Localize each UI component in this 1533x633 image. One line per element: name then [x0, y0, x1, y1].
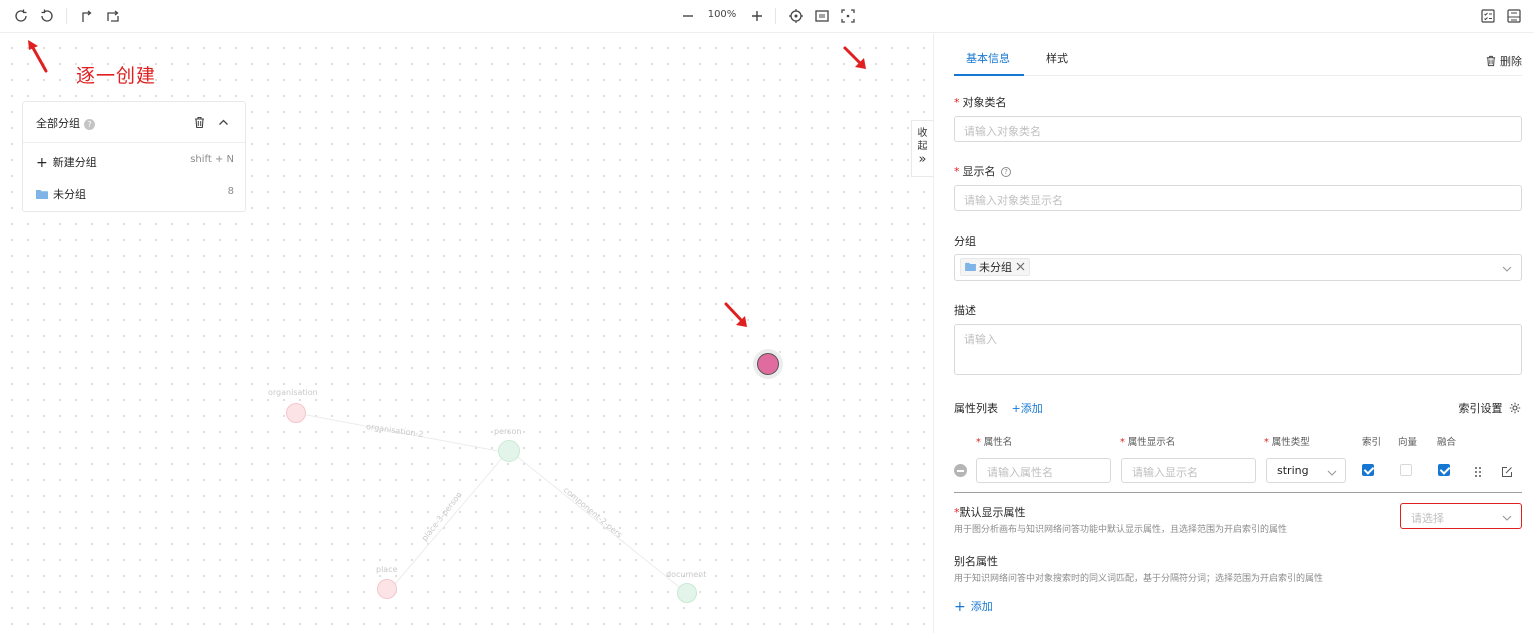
faded-graph	[295, 412, 684, 591]
add-attribute-button[interactable]: +添加	[1012, 402, 1043, 415]
display-name-label-text: 显示名	[962, 165, 996, 178]
chevron-down-icon	[1502, 512, 1512, 525]
panel-icon[interactable]	[1505, 7, 1523, 25]
close-icon[interactable]	[1016, 261, 1025, 274]
graph-canvas[interactable]: 逐一创建 全部分组? + 新建分组 shift + N 未分组 8 organi…	[0, 34, 932, 633]
active-tab-indicator	[954, 74, 1024, 76]
column-header-text: 属性显示名	[1127, 437, 1176, 448]
attribute-display-input[interactable]: 请输入显示名	[1121, 458, 1256, 483]
fit-icon[interactable]	[813, 7, 831, 25]
object-class-name-label: * 对象类名	[954, 96, 1007, 109]
remove-row-icon[interactable]	[954, 464, 967, 477]
graph-node-person[interactable]	[498, 440, 520, 462]
delete-button[interactable]: 删除	[1485, 53, 1522, 70]
attributes-title: 属性列表 +添加	[954, 400, 1043, 416]
gear-icon	[1509, 402, 1521, 417]
help-icon[interactable]: ?	[1001, 167, 1011, 177]
column-header-text: 属性类型	[1271, 437, 1310, 448]
top-toolbar: 100%	[0, 0, 1533, 33]
add-alias-label: 添加	[970, 600, 993, 613]
default-display-label-text: 默认显示属性	[959, 506, 1026, 519]
collapse-label-1: 收	[917, 128, 928, 139]
panel-tabs: 基本信息 样式 删除	[954, 34, 1522, 76]
group-tag-label: 未分组	[979, 261, 1012, 274]
tab-basic-info[interactable]: 基本信息	[966, 50, 1010, 66]
zoom-in-icon[interactable]	[748, 7, 766, 25]
chevron-down-icon	[1327, 467, 1337, 480]
edge-switch-icon[interactable]	[104, 7, 122, 25]
chevron-down-icon	[1502, 263, 1512, 276]
group-select[interactable]: 未分组	[954, 254, 1522, 281]
column-header-text: 属性名	[983, 437, 1013, 448]
tab-style[interactable]: 样式	[1046, 50, 1068, 66]
index-settings-label: 索引设置	[1458, 402, 1503, 415]
display-name-label: * 显示名 ?	[954, 163, 1011, 179]
attribute-type-select[interactable]: string	[1266, 458, 1346, 483]
drag-handle-icon[interactable]	[1474, 463, 1482, 482]
add-alias-button[interactable]: + 添加	[954, 598, 993, 615]
group-label: 分组	[954, 235, 976, 248]
edit-icon[interactable]	[1501, 463, 1513, 482]
default-display-label: *默认显示属性	[954, 506, 1026, 519]
new-node[interactable]	[757, 353, 779, 375]
vector-checkbox[interactable]	[1400, 464, 1412, 476]
properties-panel: 基本信息 样式 删除 * 对象类名 请输入对象类名 * 显示名 ? 请输入对象类显示…	[933, 34, 1533, 633]
graph-node-document[interactable]	[677, 583, 697, 603]
checklist-icon[interactable]	[1479, 7, 1497, 25]
default-display-note: 用于图分析画布与知识网络问答功能中默认显示属性，且选择范围为开启索引的属性	[954, 525, 1288, 535]
delete-label: 删除	[1500, 55, 1522, 68]
node-label: person	[494, 427, 522, 436]
attribute-type-value: string	[1277, 464, 1309, 477]
graph-node-organisation[interactable]	[286, 403, 306, 423]
trash-icon	[1485, 55, 1497, 70]
object-class-name-input[interactable]: 请输入对象类名	[954, 116, 1522, 142]
attribute-name-input[interactable]: 请输入属性名	[976, 458, 1111, 483]
description-textarea[interactable]: 请输入	[954, 324, 1522, 375]
column-header: 融合	[1437, 437, 1457, 448]
attributes-title-text: 属性列表	[954, 402, 998, 415]
node-label: organisation	[268, 388, 318, 397]
fullscreen-icon[interactable]	[839, 7, 857, 25]
edge-icon[interactable]	[78, 7, 96, 25]
double-chevron-right-icon: »	[918, 152, 927, 167]
toolbar-divider	[66, 8, 67, 24]
index-settings-button[interactable]: 索引设置	[1459, 400, 1522, 417]
collapse-panel-button[interactable]: 收 起 »	[911, 120, 933, 177]
toolbar-divider	[775, 8, 776, 24]
default-display-select[interactable]: 请选择	[1400, 503, 1522, 529]
column-header: * 属性显示名	[1120, 437, 1176, 448]
node-label: document	[666, 570, 707, 579]
column-header: * 属性类型	[1264, 437, 1310, 448]
column-header: 向量	[1398, 437, 1418, 448]
plus-icon: +	[954, 599, 966, 615]
default-display-placeholder: 请选择	[1411, 512, 1444, 525]
locate-icon[interactable]	[787, 7, 805, 25]
column-header: 索引	[1362, 437, 1382, 448]
folder-icon	[965, 261, 976, 274]
object-class-name-label-text: 对象类名	[962, 96, 1007, 109]
display-name-input[interactable]: 请输入对象类显示名	[954, 185, 1522, 211]
column-header: * 属性名	[976, 437, 1013, 448]
group-tag: 未分组	[960, 258, 1030, 276]
zoom-out-icon[interactable]	[679, 7, 697, 25]
redo-icon[interactable]	[38, 7, 56, 25]
fusion-checkbox[interactable]	[1438, 464, 1450, 476]
node-label: place	[376, 565, 398, 574]
zoom-level: 100%	[707, 9, 737, 20]
index-checkbox[interactable]	[1362, 464, 1374, 476]
alias-note: 用于知识网络问答中对象搜索时的同义词匹配，基于分隔符分词；选择范围为开启索引的属…	[954, 574, 1324, 584]
undo-icon[interactable]	[12, 7, 30, 25]
description-label: 描述	[954, 304, 976, 317]
graph-node-place[interactable]	[377, 579, 397, 599]
alias-label: 别名属性	[954, 555, 998, 568]
attribute-divider	[954, 492, 1522, 493]
